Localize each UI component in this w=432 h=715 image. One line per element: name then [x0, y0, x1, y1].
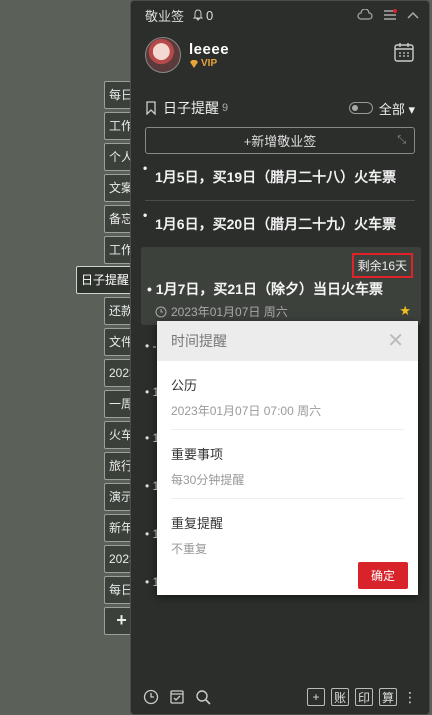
diamond-icon — [190, 59, 198, 68]
app-title: 敬业签 — [145, 8, 185, 24]
popup-title: 时间提醒 — [171, 333, 227, 349]
bookmark-icon — [146, 101, 156, 115]
search-icon[interactable] — [195, 689, 211, 705]
note-title: • 1月7日，买21日（除夕）当日火车票 — [147, 281, 383, 297]
category-tabs: 每日 工作 个人 文案 备忘 工作 日子提醒 还款 文件 2023 一周 火车 旅行 演示 新年 2023 每日… — [0, 0, 140, 715]
section-count: 9 — [222, 102, 229, 114]
time-reminder-popup: 时间提醒 ✕ 公历 2023年01月07日 07:00 周六 重要事项 每30分… — [157, 321, 418, 595]
star-icon[interactable]: ★ — [399, 303, 411, 319]
note-item-hidden: • - — [145, 339, 157, 353]
clock-icon[interactable] — [143, 689, 159, 705]
notification-count: 0 — [206, 7, 214, 23]
top-bar: 敬业签 0 — [131, 1, 429, 29]
calendar-icon[interactable] — [393, 41, 415, 63]
note-date: 2023年01月07日 周六 — [155, 303, 288, 320]
show-toggle[interactable] — [348, 102, 373, 114]
collapse-icon[interactable] — [407, 10, 419, 20]
add-icon[interactable]: + — [307, 688, 325, 706]
print-button[interactable]: 印 — [355, 688, 373, 706]
expand-icon[interactable]: ⤡ — [397, 134, 406, 147]
close-icon[interactable]: ✕ — [387, 331, 404, 351]
more-icon[interactable]: ⋮ — [403, 690, 417, 704]
confirm-button[interactable]: 确定 — [358, 562, 408, 589]
important-row[interactable]: 重要事项 每30分钟提醒 — [171, 430, 404, 499]
note-card-selected[interactable]: 剩余16天 • 1月7日，买21日（除夕）当日火车票 2023年01月07日 周… — [141, 247, 421, 325]
section-header: 日子提醒 9 全部 ▾ — [131, 93, 429, 123]
notification-button[interactable]: 0 — [192, 8, 213, 23]
username: leeee — [189, 41, 230, 58]
note-item[interactable]: 1月5日，买19日（腊月二十八）火车票 — [143, 161, 415, 187]
category-tab[interactable]: 日子提醒 — [76, 266, 138, 294]
bell-icon — [192, 9, 204, 21]
repeat-row[interactable]: 重复提醒 不重复 — [171, 499, 404, 567]
vip-badge: VIP — [201, 58, 218, 69]
menu-icon[interactable] — [383, 9, 397, 21]
account-button[interactable]: 账 — [331, 688, 349, 706]
section-title: 日子提醒 — [163, 100, 219, 116]
divider — [145, 200, 415, 201]
user-profile: leeee VIP — [131, 29, 429, 81]
cloud-sync-icon[interactable] — [357, 9, 373, 21]
calendar-date-row[interactable]: 公历 2023年01月07日 07:00 周六 — [171, 361, 404, 430]
note-item[interactable]: 1月6日，买20日（腊月二十九）火车票 — [143, 208, 415, 234]
remaining-days-badge: 剩余16天 — [351, 253, 413, 278]
add-note-button[interactable]: +新增敬业签 ⤡ — [145, 127, 415, 154]
checklist-icon[interactable] — [169, 689, 185, 705]
avatar[interactable] — [145, 37, 181, 73]
bottom-toolbar: + 账 印 算 ⋮ — [131, 680, 429, 714]
filter-dropdown[interactable]: 全部 ▾ — [379, 99, 415, 118]
clock-icon — [155, 306, 167, 317]
calculator-button[interactable]: 算 — [379, 688, 397, 706]
